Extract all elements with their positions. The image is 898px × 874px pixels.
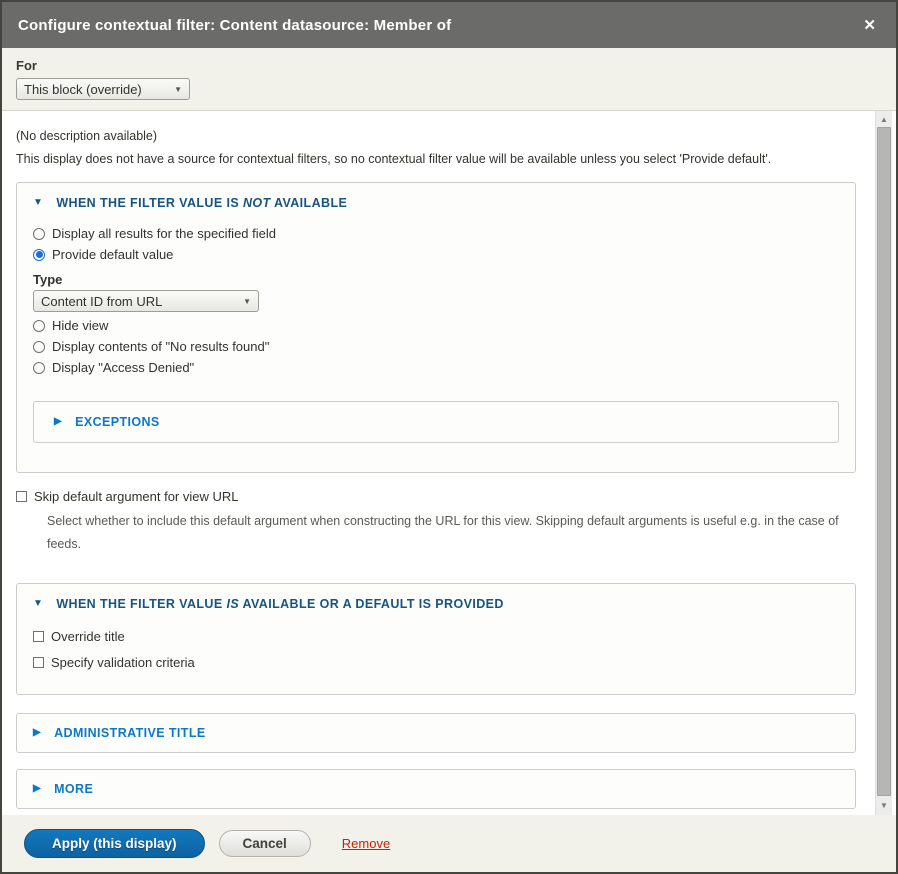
checkbox-override-title[interactable]: Override title xyxy=(33,629,839,644)
section-exceptions-toggle[interactable]: ▶ EXCEPTIONS xyxy=(54,415,818,429)
section-exceptions: ▶ EXCEPTIONS xyxy=(33,401,839,443)
scroll-up-icon[interactable]: ▲ xyxy=(876,111,892,127)
radio-display-no-results[interactable]: Display contents of "No results found" xyxy=(33,339,839,354)
section-administrative-title-toggle[interactable]: ▶ ADMINISTRATIVE TITLE xyxy=(33,726,839,740)
skip-default-description: Select whether to include this default a… xyxy=(47,510,843,555)
for-select-value: This block (override) xyxy=(24,82,142,97)
type-select-value: Content ID from URL xyxy=(41,294,162,309)
checkbox-icon[interactable] xyxy=(16,491,27,502)
display-source-note: This display does not have a source for … xyxy=(16,152,856,166)
section-more-toggle[interactable]: ▶ MORE xyxy=(33,782,839,796)
checkbox-skip-default-argument[interactable]: Skip default argument for view URL xyxy=(16,489,856,504)
scroll-down-icon[interactable]: ▼ xyxy=(876,797,892,813)
section-not-available-toggle[interactable]: ▼ WHEN THE FILTER VALUE IS NOT AVAILABLE xyxy=(33,196,839,210)
section-not-available: ▼ WHEN THE FILTER VALUE IS NOT AVAILABLE… xyxy=(16,182,856,473)
checkbox-specify-validation[interactable]: Specify validation criteria xyxy=(33,655,839,670)
section-available: ▼ WHEN THE FILTER VALUE IS AVAILABLE OR … xyxy=(16,583,856,695)
radio-button-icon[interactable] xyxy=(33,228,45,240)
radio-display-access-denied[interactable]: Display "Access Denied" xyxy=(33,360,839,375)
section-title: WHEN THE FILTER VALUE IS AVAILABLE OR A … xyxy=(56,597,503,611)
dialog-titlebar: Configure contextual filter: Content dat… xyxy=(2,2,896,48)
for-select[interactable]: This block (override) ▼ xyxy=(16,78,190,100)
radio-hide-view[interactable]: Hide view xyxy=(33,318,839,333)
section-available-toggle[interactable]: ▼ WHEN THE FILTER VALUE IS AVAILABLE OR … xyxy=(33,597,839,611)
remove-link[interactable]: Remove xyxy=(342,836,390,851)
dropdown-arrow-icon: ▼ xyxy=(174,85,182,94)
radio-provide-default-value[interactable]: Provide default value xyxy=(33,247,839,262)
checkbox-icon[interactable] xyxy=(33,631,44,642)
expanded-triangle-icon: ▼ xyxy=(33,198,43,208)
vertical-scrollbar[interactable]: ▲ ▼ xyxy=(875,111,892,815)
contextual-filter-dialog: Configure contextual filter: Content dat… xyxy=(0,0,898,874)
dropdown-arrow-icon: ▼ xyxy=(243,297,251,306)
expanded-triangle-icon: ▼ xyxy=(33,599,43,609)
radio-button-icon[interactable] xyxy=(33,341,45,353)
for-section: For This block (override) ▼ xyxy=(2,48,896,111)
radio-button-icon[interactable] xyxy=(33,362,45,374)
no-description-text: (No description available) xyxy=(16,129,856,143)
cancel-button[interactable]: Cancel xyxy=(219,830,311,857)
for-label: For xyxy=(16,58,882,73)
radio-button-checked-icon[interactable] xyxy=(33,249,45,261)
collapsed-triangle-icon: ▶ xyxy=(33,728,41,738)
dialog-body: (No description available) This display … xyxy=(2,111,896,815)
radio-display-all-results[interactable]: Display all results for the specified fi… xyxy=(33,226,839,241)
section-title: MORE xyxy=(54,782,93,796)
dialog-footer: Apply (this display) Cancel Remove xyxy=(2,815,896,872)
apply-button[interactable]: Apply (this display) xyxy=(24,829,205,858)
radio-button-icon[interactable] xyxy=(33,320,45,332)
section-more: ▶ MORE xyxy=(16,769,856,809)
section-title: ADMINISTRATIVE TITLE xyxy=(54,726,206,740)
collapsed-triangle-icon: ▶ xyxy=(33,784,41,794)
checkbox-icon[interactable] xyxy=(33,657,44,668)
type-label: Type xyxy=(33,272,839,287)
scrollbar-thumb[interactable] xyxy=(877,127,891,796)
section-title: EXCEPTIONS xyxy=(75,415,160,429)
section-administrative-title: ▶ ADMINISTRATIVE TITLE xyxy=(16,713,856,753)
dialog-title: Configure contextual filter: Content dat… xyxy=(18,17,863,34)
close-icon[interactable]: ✕ xyxy=(863,18,876,33)
collapsed-triangle-icon: ▶ xyxy=(54,417,62,427)
type-select[interactable]: Content ID from URL ▼ xyxy=(33,290,259,312)
section-title: WHEN THE FILTER VALUE IS NOT AVAILABLE xyxy=(56,196,347,210)
dialog-content: (No description available) This display … xyxy=(2,111,896,815)
